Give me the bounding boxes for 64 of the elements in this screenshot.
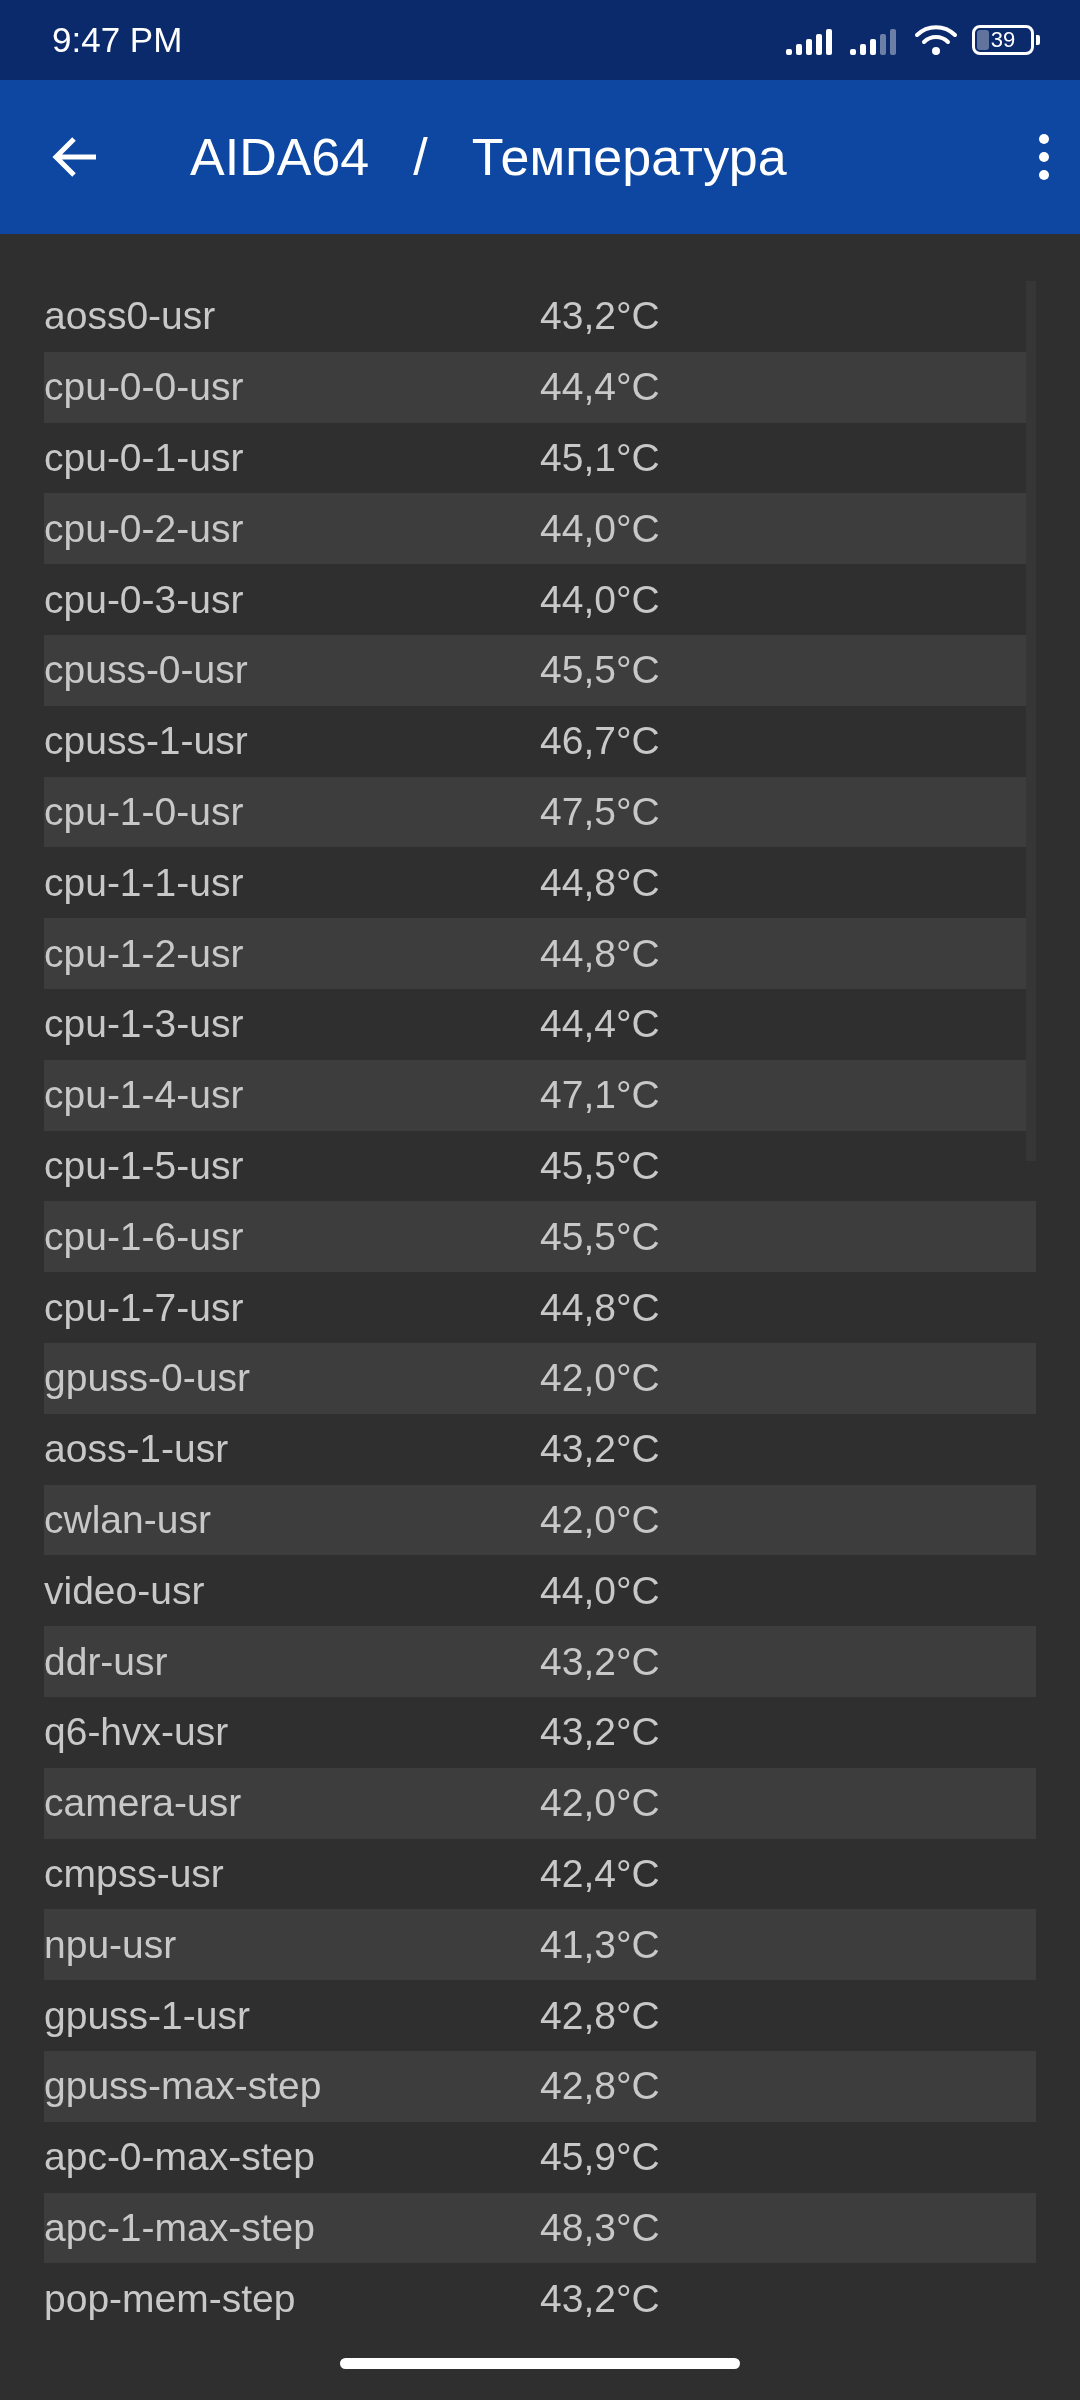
sensor-name: cpu-1-5-usr [44, 1143, 245, 1188]
sensor-name: cpu-0-0-usr [44, 365, 245, 410]
sensor-name: cpu-0-1-usr [44, 436, 245, 480]
sensor-name: cmpss-usr [44, 1851, 225, 1896]
sensor-value: 44,8°C [540, 860, 660, 905]
sensor-value: 46,7°C [540, 719, 660, 764]
sensor-name: cpu-1-4-usr [44, 1073, 245, 1118]
sensor-value: 42,8°C [540, 1993, 660, 2038]
sensor-value: 44,0°C [540, 577, 660, 622]
status-time: 9:47 PM [52, 20, 184, 60]
sensor-value: 44,8°C [540, 1285, 660, 1330]
sensor-name: cpu-1-1-usr [44, 860, 245, 905]
sensor-value: 43,2°C [540, 1710, 660, 1755]
sensor-name: cpu-1-3-usr [44, 1002, 245, 1047]
sensor-name: q6-hvx-usr [44, 1710, 230, 1755]
wifi-icon [914, 23, 958, 57]
sensor-value: 45,5°C [540, 1143, 660, 1188]
sensor-name: pop-mem-step [44, 2276, 297, 2321]
sensor-value: 42,0°C [540, 1356, 660, 1401]
sensor-value: 45,5°C [540, 1214, 660, 1259]
sensor-value: 43,2°C [540, 1639, 660, 1684]
sensor-name: apc-1-max-step [44, 2205, 316, 2250]
sensor-value: 44,0°C [540, 1568, 660, 1613]
sensor-name: gpuss-0-usr [44, 1356, 251, 1401]
title-separator: / [413, 127, 428, 187]
sensor-value: 44,4°C [540, 365, 660, 410]
sensor-name: cwlan-usr [44, 1497, 212, 1542]
sensor-value: 44,8°C [540, 931, 660, 976]
sensor-value: 44,0°C [540, 506, 660, 551]
sensor-name: cpu-1-2-usr [44, 931, 245, 976]
page-title: Температура [471, 127, 787, 187]
sensor-value: 42,0°C [540, 1781, 660, 1826]
sensor-value: 42,4°C [540, 1851, 660, 1896]
sensor-value: 43,2°C [540, 2276, 660, 2321]
sensor-value: 42,8°C [540, 2064, 660, 2109]
sensor-value: 44,4°C [540, 1002, 660, 1047]
sensor-name: cpu-1-0-usr [44, 789, 245, 834]
sensor-name: apc-0-max-step [44, 2135, 316, 2180]
sensor-name: ddr-usr [44, 1639, 169, 1684]
sensor-name: npu-usr [44, 1922, 178, 1967]
sensor-value: 45,5°C [540, 648, 660, 693]
sensor-name: cpu-0-2-usr [44, 506, 245, 551]
sensor-value: 45,1°C [540, 436, 660, 480]
sensor-value: 47,1°C [540, 1073, 660, 1118]
sensor-name: cpuss-1-usr [44, 719, 249, 764]
sensor-value: 42,0°C [540, 1497, 660, 1542]
more-icon [1038, 133, 1050, 181]
sensor-name: cpu-1-6-usr [44, 1214, 245, 1259]
sensor-name: camera-usr [44, 1781, 243, 1826]
sensor-value: 45,9°C [540, 2135, 660, 2180]
sensor-name: gpuss-1-usr [44, 1993, 251, 2038]
sensor-name: aoss0-usr [44, 294, 217, 339]
sensor-value: 48,3°C [540, 2205, 660, 2250]
app-title: AIDA64 [190, 127, 370, 187]
sensor-name: cpu-1-7-usr [44, 1285, 245, 1330]
sensor-value: 43,2°C [540, 1427, 660, 1472]
sensor-name: aoss-1-usr [44, 1427, 230, 1472]
sensor-name: video-usr [44, 1568, 206, 1613]
sensor-value: 43,2°C [540, 294, 660, 339]
sensor-name: cpu-0-3-usr [44, 577, 245, 622]
sensor-value: 41,3°C [540, 1922, 660, 1967]
sensor-name: gpuss-max-step [44, 2064, 323, 2109]
sensor-value: 47,5°C [540, 789, 660, 834]
sensor-name: cpuss-0-usr [44, 648, 249, 693]
